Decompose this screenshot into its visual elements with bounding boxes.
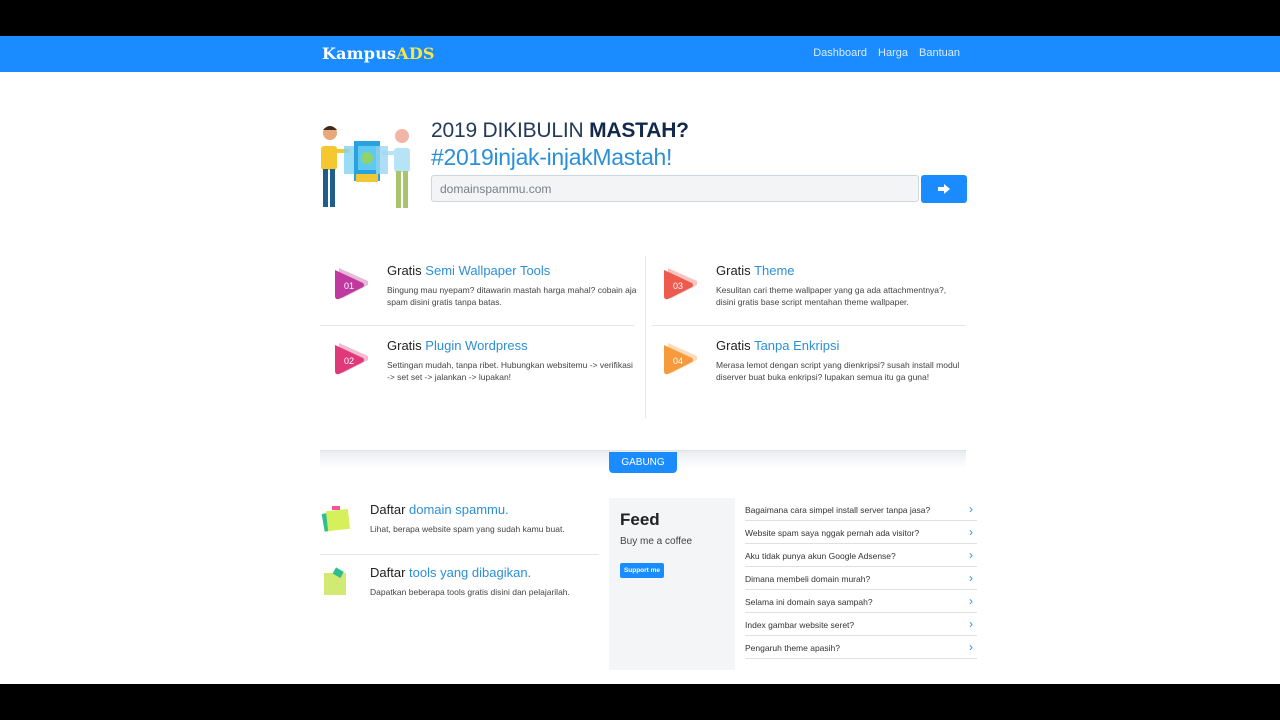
nav-dashboard[interactable]: Dashboard — [813, 47, 867, 59]
feature-title-highlight: Tanpa Enkripsi — [754, 338, 840, 353]
faq-item[interactable]: Website spam saya nggak pernah ada visit… — [745, 521, 977, 544]
daftar-title: Daftar tools yang dibagikan. — [370, 565, 531, 580]
features-section: 01 Gratis Semi Wallpaper Tools Bingung m… — [320, 256, 966, 418]
hero-subtitle: #2019injak-injakMastah! — [431, 144, 673, 170]
chevron-right-icon: › — [969, 617, 973, 631]
hero-title-bold: MASTAH? — [589, 119, 689, 142]
feature-item: 02 Gratis Plugin Wordpress Settingan mud… — [320, 331, 633, 399]
feed-subtitle: Buy me a coffee — [620, 536, 693, 547]
submit-domain-button[interactable] — [921, 175, 967, 203]
feature-number: 01 — [344, 281, 354, 291]
feature-description: Kesulitan cari theme wallpaper yang ga a… — [716, 285, 947, 307]
brand-accent: ADS — [396, 44, 435, 63]
feature-title-highlight: Theme — [754, 263, 795, 278]
daftar-description: Lihat, berapa website spam yang sudah ka… — [370, 524, 565, 534]
chevron-right-icon: › — [969, 594, 973, 608]
faq-question: Dimana membeli domain murah? — [745, 574, 871, 584]
daftar-tools-item[interactable]: Daftar tools yang dibagikan. Dapatkan be… — [320, 561, 600, 621]
feature-number: 03 — [673, 281, 683, 291]
feature-title: Gratis Theme — [716, 263, 795, 278]
daftar-title-prefix: Daftar — [370, 502, 410, 517]
chevron-right-icon: › — [969, 548, 973, 562]
feature-title-highlight: Semi Wallpaper Tools — [425, 263, 551, 278]
faq-item[interactable]: Index gambar website seret? › — [745, 613, 977, 636]
gabung-button[interactable]: GABUNG — [609, 452, 677, 473]
chevron-right-icon: › — [969, 525, 973, 539]
feature-title-prefix: Gratis — [387, 263, 426, 278]
feature-description: Bingung mau nyepam? ditawarin mastah har… — [387, 285, 637, 307]
feed-panel: Feed Buy me a coffee Support me — [609, 498, 735, 670]
hero-title: 2019 DIKIBULIN MASTAH? — [431, 119, 689, 143]
faq-item[interactable]: Pengaruh theme apasih? › — [745, 636, 977, 659]
feature-title-prefix: Gratis — [387, 338, 426, 353]
feed-title: Feed — [620, 510, 660, 529]
navbar: KampusADS Dashboard Harga Bantuan — [0, 36, 1280, 72]
feature-title-prefix: Gratis — [716, 263, 755, 278]
feature-item: 01 Gratis Semi Wallpaper Tools Bingung m… — [320, 256, 637, 324]
feature-title-highlight: Plugin Wordpress — [425, 338, 528, 353]
play-badge-icon: 04 — [664, 343, 697, 375]
faq-item[interactable]: Aku tidak punya akun Google Adsense? › — [745, 544, 977, 567]
faq-list: Bagaimana cara simpel install server tan… — [745, 498, 977, 659]
feature-title: Gratis Tanpa Enkripsi — [716, 338, 839, 353]
chevron-right-icon: › — [969, 571, 973, 585]
faq-question: Website spam saya nggak pernah ada visit… — [745, 528, 920, 538]
feature-title: Gratis Semi Wallpaper Tools — [387, 263, 550, 278]
feature-item: 03 Gratis Theme Kesulitan cari theme wal… — [649, 256, 949, 324]
daftar-title-prefix: Daftar — [370, 565, 410, 580]
daftar-title: Daftar domain spammu. — [370, 502, 509, 517]
arrow-right-icon — [938, 184, 950, 194]
divider — [645, 256, 646, 418]
faq-item[interactable]: Selama ini domain saya sampah? › — [745, 590, 977, 613]
play-badge-icon: 01 — [335, 268, 368, 300]
nav-harga[interactable]: Harga — [878, 47, 908, 59]
support-me-button[interactable]: Support me — [620, 563, 664, 578]
people-illustration-icon — [321, 126, 410, 208]
note-icon — [324, 567, 346, 595]
brand-logo[interactable]: KampusADS — [322, 44, 435, 63]
faq-question: Aku tidak punya akun Google Adsense? — [745, 551, 896, 561]
faq-item[interactable]: Bagaimana cara simpel install server tan… — [745, 498, 977, 521]
divider — [652, 325, 966, 326]
faq-question: Selama ini domain saya sampah? — [745, 597, 873, 607]
daftar-domain-item[interactable]: Daftar domain spammu. Lihat, berapa webs… — [320, 498, 600, 558]
nav-links: Dashboard Harga Bantuan — [813, 47, 960, 59]
feature-description: Merasa lemot dengan script yang dienkrip… — [716, 360, 960, 382]
divider — [320, 325, 634, 326]
feature-description: Settingan mudah, tanpa ribet. Hubungkan … — [387, 360, 633, 382]
chevron-right-icon: › — [969, 640, 973, 654]
page: KampusADS Dashboard Harga Bantuan 2019 D… — [0, 36, 1280, 684]
daftar-description: Dapatkan beberapa tools gratis disini da… — [370, 587, 570, 597]
play-badge-icon: 02 — [335, 343, 368, 375]
feature-item: 04 Gratis Tanpa Enkripsi Merasa lemot de… — [649, 331, 959, 399]
sticky-note-icon — [321, 506, 350, 532]
faq-question: Pengaruh theme apasih? — [745, 643, 840, 653]
brand-main: Kampus — [322, 44, 397, 63]
divider — [320, 554, 599, 555]
feature-title: Gratis Plugin Wordpress — [387, 338, 528, 353]
faq-question: Bagaimana cara simpel install server tan… — [745, 505, 931, 515]
hero-title-prefix: 2019 DIKIBULIN — [431, 119, 590, 142]
faq-item[interactable]: Dimana membeli domain murah? › — [745, 567, 977, 590]
feature-number: 04 — [673, 356, 683, 366]
chevron-right-icon: › — [969, 502, 973, 516]
feature-title-prefix: Gratis — [716, 338, 755, 353]
daftar-title-highlight: tools yang dibagikan. — [409, 565, 532, 580]
daftar-title-highlight: domain spammu. — [409, 502, 509, 517]
faq-question: Index gambar website seret? — [745, 620, 855, 630]
play-badge-icon: 03 — [664, 268, 697, 300]
feature-number: 02 — [344, 356, 354, 366]
nav-bantuan[interactable]: Bantuan — [919, 47, 960, 59]
domain-input[interactable] — [431, 175, 919, 202]
